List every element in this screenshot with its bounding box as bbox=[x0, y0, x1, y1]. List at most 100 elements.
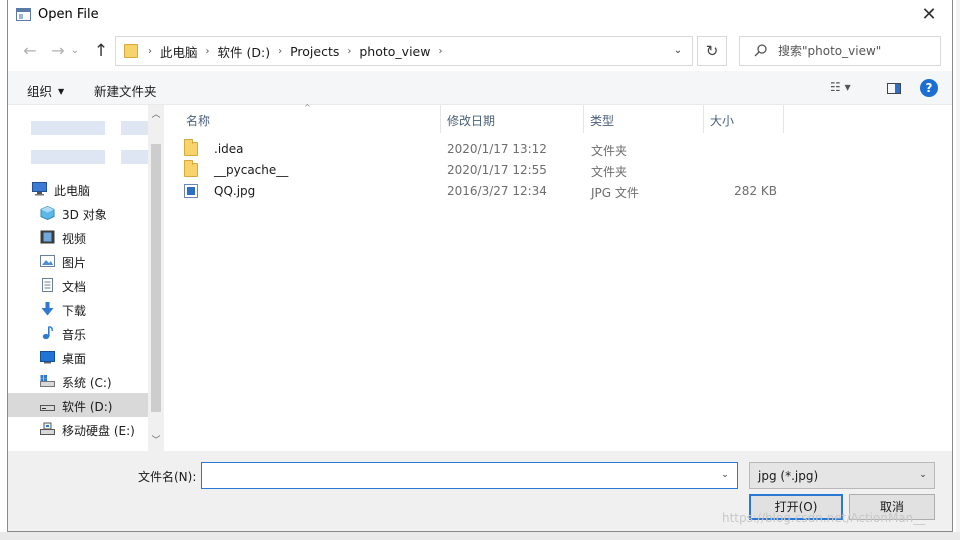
forward-button[interactable]: → bbox=[46, 39, 70, 63]
system-drive-icon bbox=[40, 375, 55, 387]
sidebar-item-label: 3D 对象 bbox=[62, 208, 107, 222]
background-window-edge bbox=[956, 0, 960, 540]
file-name: .idea bbox=[214, 142, 244, 156]
sidebar-item-desktop[interactable]: 桌面 bbox=[8, 345, 148, 369]
navigation-pane-scrollbar[interactable]: ︿ ﹀ bbox=[148, 105, 164, 451]
organize-menu[interactable]: 组织 ▼ bbox=[27, 81, 64, 100]
file-name: __pycache__ bbox=[214, 163, 289, 177]
file-type-filter-select[interactable]: jpg (*.jpg) ⌄ bbox=[749, 462, 935, 489]
desktop-icon bbox=[40, 351, 55, 364]
address-dropdown-button[interactable]: ⌄ bbox=[664, 37, 692, 65]
drive-icon bbox=[40, 405, 55, 411]
breadcrumb-separator[interactable]: › bbox=[278, 46, 282, 57]
sidebar-item-label: 系统 (C:) bbox=[62, 376, 112, 390]
file-date: 2020/1/17 13:12 bbox=[447, 142, 547, 156]
chevron-down-icon: ⌄ bbox=[919, 470, 927, 480]
sidebar-item-label: 视频 bbox=[62, 232, 87, 246]
breadcrumb-separator[interactable]: › bbox=[347, 46, 351, 57]
sidebar-item-label: 桌面 bbox=[62, 352, 87, 366]
filename-input[interactable] bbox=[206, 466, 706, 485]
file-type: JPG 文件 bbox=[591, 186, 639, 200]
pictures-icon bbox=[40, 255, 55, 267]
close-button[interactable]: ✕ bbox=[906, 0, 952, 31]
window-title: Open File bbox=[38, 7, 99, 22]
sidebar-item-videos[interactable]: 视频 bbox=[8, 225, 148, 249]
sidebar-item-documents[interactable]: 文档 bbox=[8, 273, 148, 297]
file-date: 2016/3/27 12:34 bbox=[447, 184, 547, 198]
navigation-pane: 此电脑 3D 对象 视频 图片 文档 下载 音乐 桌面 系统 (C:) 软件 (… bbox=[8, 105, 148, 451]
refresh-button[interactable]: ↻ bbox=[697, 36, 727, 66]
scroll-down-arrow[interactable]: ﹀ bbox=[148, 433, 164, 449]
recent-locations-button[interactable]: ⌄ bbox=[68, 39, 82, 63]
folder-icon bbox=[184, 160, 198, 177]
folder-icon bbox=[124, 44, 138, 58]
sidebar-item-pictures[interactable]: 图片 bbox=[8, 249, 148, 273]
sidebar-item-system-drive[interactable]: 系统 (C:) bbox=[8, 369, 148, 393]
filename-dropdown-button[interactable]: ⌄ bbox=[713, 463, 737, 488]
filename-combobox[interactable]: ⌄ bbox=[201, 462, 738, 489]
sort-ascending-icon: ^ bbox=[304, 103, 311, 112]
sidebar-item-drive-d[interactable]: 软件 (D:) bbox=[8, 393, 148, 417]
quick-access-item-blurred[interactable] bbox=[31, 121, 148, 135]
file-type: 文件夹 bbox=[591, 165, 628, 179]
breadcrumb-drive-d[interactable]: 软件 (D:) bbox=[218, 42, 271, 61]
sidebar-item-downloads[interactable]: 下载 bbox=[8, 297, 148, 321]
sidebar-item-label: 图片 bbox=[62, 256, 87, 270]
file-name: QQ.jpg bbox=[214, 184, 256, 198]
quick-access-item-blurred[interactable] bbox=[31, 150, 148, 164]
file-row[interactable]: .idea 2020/1/17 13:12 文件夹 bbox=[184, 139, 784, 160]
file-date: 2020/1/17 12:55 bbox=[447, 163, 547, 177]
breadcrumb-this-pc[interactable]: 此电脑 bbox=[160, 42, 198, 61]
organize-label: 组织 bbox=[27, 84, 53, 99]
sidebar-item-this-pc[interactable]: 此电脑 bbox=[8, 177, 148, 201]
up-button[interactable]: ↑ bbox=[89, 39, 113, 63]
breadcrumb-projects[interactable]: Projects bbox=[290, 44, 339, 59]
folder-icon bbox=[184, 139, 198, 156]
sidebar-item-3d-objects[interactable]: 3D 对象 bbox=[8, 201, 148, 225]
file-type-filter-value: jpg (*.jpg) bbox=[758, 469, 819, 483]
breadcrumb-separator: › bbox=[148, 45, 152, 57]
open-file-dialog: Open File ✕ ← → ⌄ ↑ › 此电脑 › 软件 (D:) › Pr… bbox=[7, 0, 953, 532]
file-row[interactable]: __pycache__ 2020/1/17 12:55 文件夹 bbox=[184, 160, 784, 181]
sidebar-item-label: 此电脑 bbox=[54, 184, 91, 198]
preview-pane-icon bbox=[887, 83, 901, 94]
breadcrumb: › 此电脑 › 软件 (D:) › Projects › photo_view … bbox=[146, 37, 450, 65]
preview-pane-button[interactable] bbox=[884, 80, 904, 96]
column-header-date[interactable]: 修改日期 bbox=[441, 105, 584, 133]
address-bar[interactable]: › 此电脑 › 软件 (D:) › Projects › photo_view … bbox=[115, 36, 693, 66]
column-header-type[interactable]: 类型 bbox=[584, 105, 704, 133]
title-bar: Open File ✕ bbox=[8, 0, 952, 31]
sidebar-item-label: 移动硬盘 (E:) bbox=[62, 424, 135, 438]
image-file-icon bbox=[184, 184, 198, 198]
scrollbar-thumb[interactable] bbox=[151, 144, 161, 412]
change-view-button[interactable]: ☷ ▾ bbox=[830, 80, 870, 98]
music-icon bbox=[42, 326, 53, 340]
documents-icon bbox=[42, 278, 53, 292]
app-window-icon bbox=[16, 8, 31, 21]
search-box[interactable] bbox=[739, 36, 941, 66]
help-button[interactable]: ? bbox=[920, 79, 938, 97]
sidebar-item-music[interactable]: 音乐 bbox=[8, 321, 148, 345]
sidebar-item-label: 软件 (D:) bbox=[62, 400, 113, 414]
removable-drive-icon bbox=[40, 422, 55, 435]
computer-icon bbox=[32, 182, 47, 196]
watermark-text: https://blog.csdn.net/ActionMan__ bbox=[722, 511, 926, 525]
scroll-up-arrow[interactable]: ︿ bbox=[148, 107, 164, 123]
sidebar-item-label: 下载 bbox=[62, 304, 87, 318]
breadcrumb-separator[interactable]: › bbox=[438, 46, 442, 57]
search-icon bbox=[754, 43, 768, 61]
file-list-pane: 名称 ^ 修改日期 类型 大小 .idea 2020/1/17 13:12 文件… bbox=[164, 103, 952, 451]
breadcrumb-separator[interactable]: › bbox=[206, 46, 210, 57]
file-row[interactable]: QQ.jpg 2016/3/27 12:34 JPG 文件 282 KB bbox=[184, 181, 784, 202]
breadcrumb-photo-view[interactable]: photo_view bbox=[359, 44, 430, 59]
new-folder-button[interactable]: 新建文件夹 bbox=[94, 81, 157, 100]
column-header-size[interactable]: 大小 bbox=[704, 105, 784, 133]
download-icon bbox=[41, 302, 54, 316]
back-button[interactable]: ← bbox=[18, 39, 42, 63]
search-input[interactable] bbox=[778, 41, 936, 61]
sidebar-item-label: 音乐 bbox=[62, 328, 87, 342]
chevron-down-icon: ▼ bbox=[58, 87, 65, 96]
column-header-label: 名称 bbox=[186, 114, 211, 128]
sidebar-item-removable-drive[interactable]: 移动硬盘 (E:) bbox=[8, 417, 148, 441]
column-header-name[interactable]: 名称 ^ bbox=[164, 103, 441, 133]
